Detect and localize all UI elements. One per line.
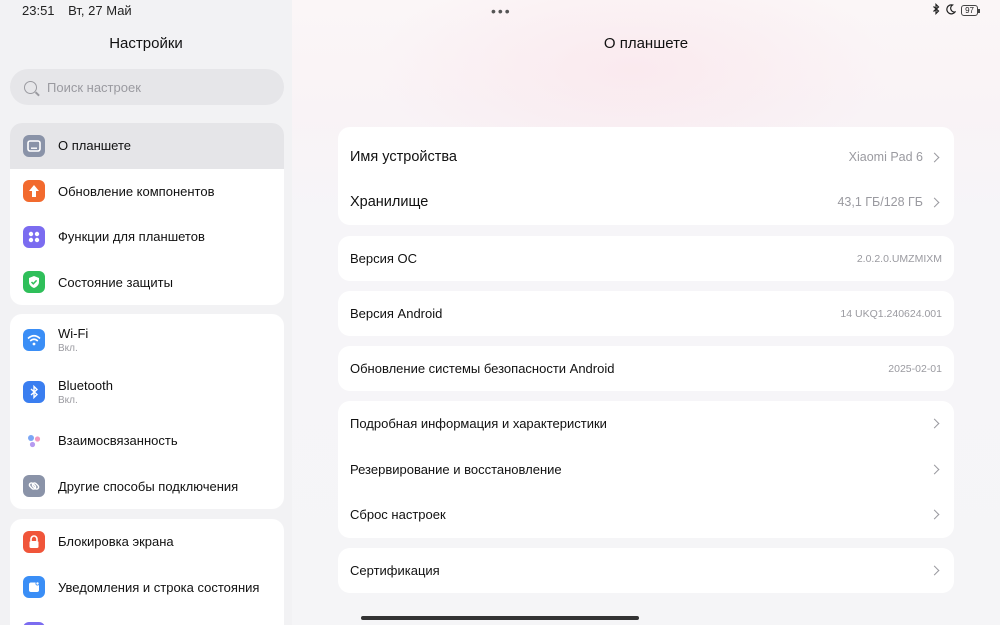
chevron-right-icon	[929, 197, 940, 207]
device-name-value: Xiaomi Pad 6	[848, 150, 923, 164]
status-date: Вт, 27 Май	[68, 3, 132, 18]
sidebar-item-other-connections[interactable]: Другие способы подключения	[10, 464, 284, 510]
os-version-card: Версия ОС 2.0.2.0.UMZMIXM	[338, 236, 954, 281]
notification-icon	[23, 576, 45, 599]
sidebar-item-bluetooth[interactable]: Bluetooth Вкл.	[10, 366, 284, 418]
chevron-right-icon	[929, 152, 940, 162]
sidebar-item-tablet-features[interactable]: Функции для планшетов	[10, 214, 284, 260]
sidebar-item-label: Состояние защиты	[58, 274, 173, 290]
sidebar-item-label: Другие способы подключения	[58, 478, 239, 494]
android-version-card: Версия Android 14 UKQ1.240624.001	[338, 291, 954, 336]
android-version-label: Версия Android	[350, 306, 443, 321]
storage-label: Хранилище	[350, 194, 429, 210]
page-title: О планшете	[603, 35, 689, 52]
sidebar-item-interconnectivity[interactable]: Взаимосвязанность	[10, 418, 284, 464]
sidebar-item-notifications[interactable]: Уведомления и строка состояния	[10, 565, 284, 611]
sidebar-item-about-tablet[interactable]: О планшете	[10, 123, 284, 169]
security-update-label: Обновление системы безопасности Android	[350, 361, 615, 376]
sidebar-item-protection-status[interactable]: Состояние защиты	[10, 260, 284, 306]
moon-icon	[945, 3, 957, 18]
device-info-card: Имя устройства Xiaomi Pad 6 Хранилище 43…	[338, 127, 954, 225]
certification-row[interactable]: Сертификация	[338, 548, 954, 593]
sidebar-item-status: Вкл.	[58, 343, 78, 354]
grid-icon	[23, 225, 45, 248]
status-bar-right: 97	[932, 3, 980, 18]
link-icon	[23, 475, 45, 498]
os-version-value: 2.0.2.0.UMZMIXM	[856, 252, 942, 265]
detailed-info-label: Подробная информация и характеристики	[350, 416, 607, 432]
sidebar-group-device: О планшете Обновление компонентов Функци…	[10, 123, 284, 305]
sidebar-item-status: Вкл.	[58, 395, 78, 406]
backup-row[interactable]: Резервирование и восстановление	[338, 447, 954, 493]
battery-indicator: 97	[961, 5, 980, 16]
sidebar-item-component-update[interactable]: Обновление компонентов	[10, 169, 284, 215]
wifi-icon	[23, 329, 45, 351]
sidebar-item-label: Обновление компонентов	[58, 183, 215, 199]
sidebar-item-lock-screen[interactable]: Блокировка экрана	[10, 519, 284, 565]
storage-row[interactable]: Хранилище 43,1 ГБ/128 ГБ	[338, 180, 954, 224]
sidebar-item-partial[interactable]	[10, 610, 284, 625]
security-update-row[interactable]: Обновление системы безопасности Android …	[338, 346, 954, 391]
android-version-row[interactable]: Версия Android 14 UKQ1.240624.001	[338, 291, 954, 336]
settings-sidebar: 23:51 Вт, 27 Май Настройки Поиск настрое…	[0, 0, 292, 625]
os-version-label: Версия ОС	[350, 251, 418, 266]
sidebar-group-connections: Wi-Fi Вкл. Bluetooth Вкл. Взаимосвязанно…	[10, 314, 284, 509]
arrow-up-icon	[23, 180, 45, 203]
certification-label: Сертификация	[350, 563, 440, 578]
bluetooth-status-icon	[932, 3, 940, 18]
sidebar-item-label: Уведомления и строка состояния	[58, 579, 260, 595]
actions-card: Подробная информация и характеристики Ре…	[338, 401, 954, 538]
device-name-label: Имя устройства	[350, 149, 457, 165]
sidebar-item-label: Bluetooth	[58, 378, 113, 393]
certification-card: Сертификация	[338, 548, 954, 593]
sidebar-title: Настройки	[109, 35, 183, 52]
reset-label: Сброс настроек	[350, 507, 446, 523]
detailed-info-row[interactable]: Подробная информация и характеристики	[338, 401, 954, 447]
detail-pane: ••• 97 О планшете Имя устройства Xiaomi …	[292, 0, 1000, 625]
lock-icon	[23, 530, 45, 553]
sidebar-item-label: Взаимосвязанность	[58, 433, 178, 449]
reset-row[interactable]: Сброс настроек	[338, 492, 954, 538]
backup-label: Резервирование и восстановление	[350, 461, 562, 477]
storage-value: 43,1 ГБ/128 ГБ	[837, 195, 923, 209]
sidebar-item-label: Wi-Fi	[58, 326, 89, 341]
sidebar-item-wifi[interactable]: Wi-Fi Вкл.	[10, 314, 284, 366]
security-update-card: Обновление системы безопасности Android …	[338, 346, 954, 391]
sidebar-item-label: Функции для планшетов	[58, 229, 205, 245]
search-placeholder: Поиск настроек	[47, 79, 141, 95]
bluetooth-icon	[23, 381, 45, 403]
device-name-row[interactable]: Имя устройства Xiaomi Pad 6	[338, 134, 954, 180]
search-icon	[24, 80, 37, 94]
sidebar-item-label: О планшете	[58, 138, 132, 154]
chevron-right-icon	[929, 418, 940, 429]
chevron-right-icon	[929, 464, 940, 475]
sidebar-item-label: Блокировка экрана	[58, 534, 174, 550]
chevron-right-icon	[929, 565, 940, 576]
status-time: 23:51	[22, 3, 55, 18]
status-bar-left: 23:51 Вт, 27 Май	[22, 3, 142, 18]
security-update-value: 2025-02-01	[888, 362, 942, 375]
shield-check-icon	[23, 271, 45, 294]
dots-icon	[23, 429, 45, 452]
search-input[interactable]: Поиск настроек	[10, 69, 284, 105]
home-indicator[interactable]	[361, 616, 639, 620]
os-version-row[interactable]: Версия ОС 2.0.2.0.UMZMIXM	[338, 236, 954, 281]
sidebar-group-personal: Блокировка экрана Уведомления и строка с…	[10, 519, 284, 625]
chevron-right-icon	[929, 509, 940, 520]
android-version-value: 14 UKQ1.240624.001	[840, 307, 942, 320]
tablet-icon	[23, 134, 45, 157]
multitask-dots[interactable]: •••	[491, 3, 512, 19]
